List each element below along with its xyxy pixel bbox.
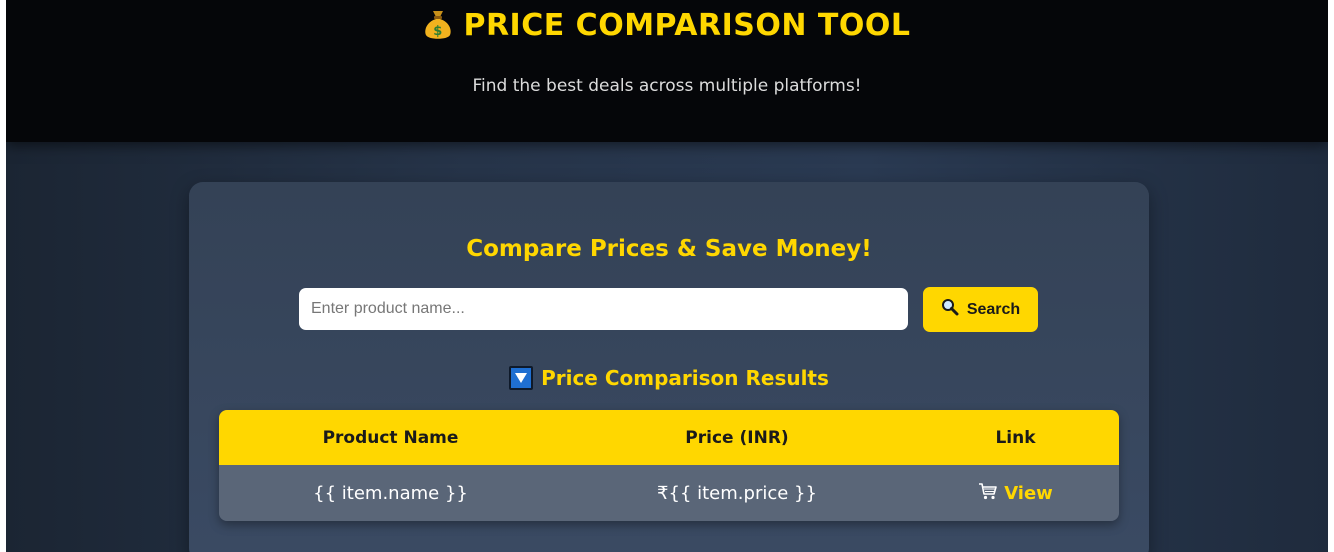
product-name-cell: {{ item.name }} xyxy=(313,482,468,504)
search-button-label: Search xyxy=(966,300,1021,318)
card-heading: Compare Prices & Save Money! xyxy=(466,236,872,262)
column-header-product-name: Product Name xyxy=(322,427,459,448)
view-link[interactable]: View xyxy=(978,482,1053,505)
column-header-link: Link xyxy=(995,427,1036,448)
down-triangle-icon xyxy=(509,366,534,390)
search-button[interactable]: Search xyxy=(923,287,1038,332)
page-title-text: PRICE COMPARISON TOOL xyxy=(463,8,911,43)
product-search-input[interactable] xyxy=(299,288,908,330)
link-cell: View xyxy=(912,465,1119,521)
results-table: Product Name Price (INR) Link {{ item.na… xyxy=(219,410,1119,521)
cart-icon xyxy=(978,482,998,505)
page-title: $ PRICE COMPARISON TOOL xyxy=(6,6,1328,52)
svg-text:$: $ xyxy=(434,24,444,39)
results-heading: Price Comparison Results xyxy=(189,363,1149,393)
app-header: $ PRICE COMPARISON TOOL Find the best de… xyxy=(6,0,1328,142)
price-cell: ₹{{ item.price }} xyxy=(657,482,817,504)
table-row: {{ item.name }} ₹{{ item.price }} View xyxy=(219,465,1119,521)
column-header-price: Price (INR) xyxy=(685,427,789,448)
money-bag-icon: $ xyxy=(423,7,453,52)
comparison-card: Compare Prices & Save Money! Search Pric… xyxy=(189,182,1149,552)
results-heading-text: Price Comparison Results xyxy=(541,366,829,390)
view-link-label: View xyxy=(1004,482,1053,504)
page: $ PRICE COMPARISON TOOL Find the best de… xyxy=(6,0,1328,552)
page-subtitle: Find the best deals across multiple plat… xyxy=(472,76,862,96)
table-header: Product Name Price (INR) Link xyxy=(219,410,1119,465)
magnifier-icon xyxy=(941,298,959,321)
